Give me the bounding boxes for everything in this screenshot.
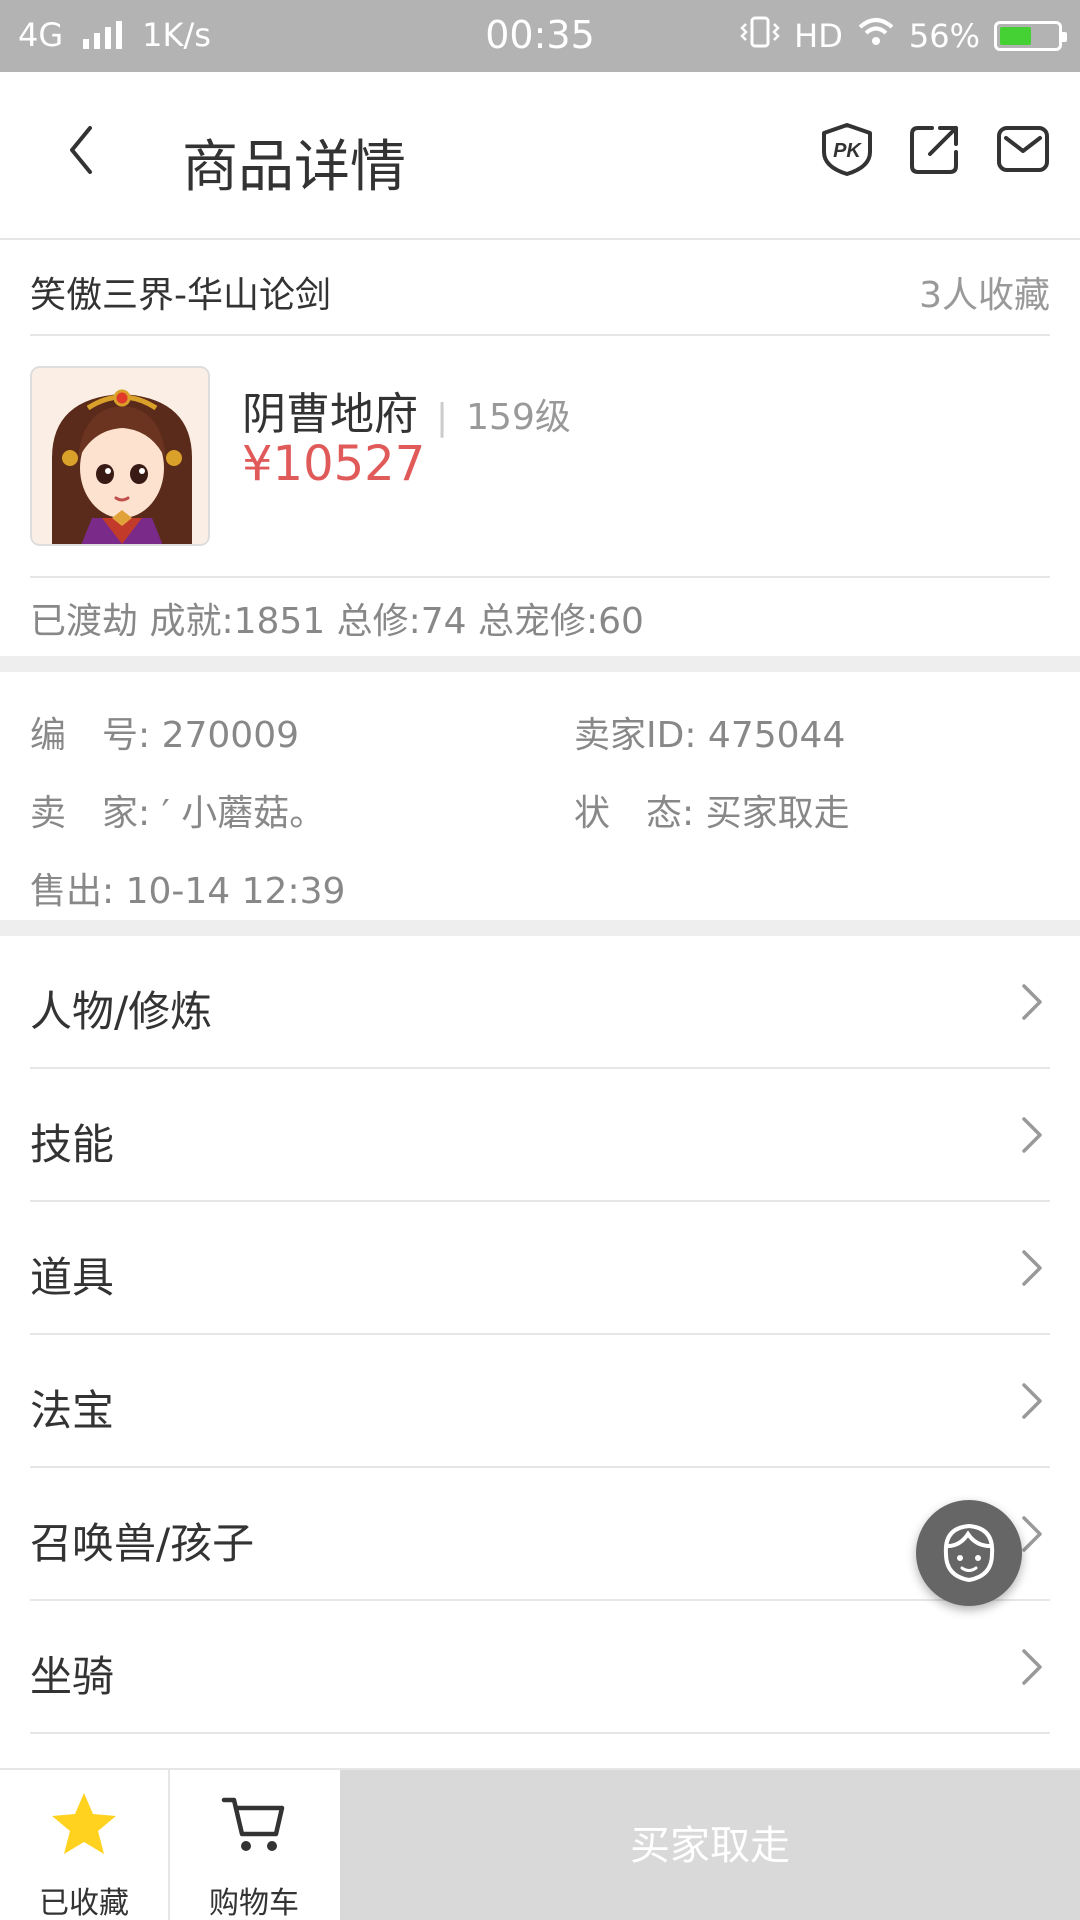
section-label: 技能	[30, 1120, 115, 1169]
section-label: 人物/修炼	[30, 987, 213, 1036]
seller-id-value: 475044	[707, 715, 846, 756]
pk-icon: PK	[822, 123, 872, 176]
seller-value: ′ 小蘑菇。	[161, 793, 326, 834]
customer-service-button[interactable]	[916, 1500, 1022, 1606]
cart-button[interactable]: 购物车	[170, 1770, 338, 1920]
listing-info: 编 号: 270009 卖家ID: 475044 卖 家: ′ 小蘑菇。 状 态…	[30, 672, 1050, 920]
chevron-right-icon	[1022, 1383, 1042, 1419]
battery-icon	[994, 21, 1067, 51]
server-row: 笑傲三界-华山论剑 3人收藏	[30, 242, 1050, 336]
seller-id-label: 卖家ID:	[574, 715, 697, 756]
status-field: 状 态: 买家取走	[574, 784, 850, 836]
number-field: 编 号: 270009	[30, 706, 299, 758]
status-action-button[interactable]: 买家取走	[340, 1770, 1080, 1920]
favorite-label: 已收藏	[39, 1886, 129, 1920]
share-icon	[910, 126, 958, 174]
chevron-right-icon	[1022, 1649, 1042, 1685]
character-name: 阴曹地府	[242, 389, 418, 440]
pk-button[interactable]: PK	[820, 122, 874, 176]
customer-service-icon	[943, 1523, 995, 1583]
chevron-right-icon	[1022, 1516, 1042, 1552]
cart-icon	[221, 1797, 285, 1851]
chevron-right-icon	[1022, 1250, 1042, 1286]
seller-label: 卖 家:	[30, 793, 151, 834]
character-stats: 已渡劫 成就:1851 总修:74 总宠修:60	[30, 601, 644, 642]
character-avatar[interactable]	[30, 366, 210, 546]
status-label: 状 态:	[574, 793, 695, 834]
section-item-mounts[interactable]: 坐骑	[30, 1601, 1050, 1734]
seller-id-field: 卖家ID: 475044	[574, 706, 845, 758]
mail-icon	[997, 126, 1049, 172]
number-label: 编 号:	[30, 715, 151, 756]
svg-text:PK: PK	[833, 140, 862, 162]
status-value: 买家取走	[705, 793, 850, 834]
page-title: 商品详情	[182, 135, 406, 200]
section-divider	[0, 656, 1080, 672]
favorite-button[interactable]: 已收藏	[0, 1770, 168, 1920]
nav-actions: PK	[820, 122, 1050, 176]
section-item-character[interactable]: 人物/修炼	[30, 936, 1050, 1069]
status-bar: 4G 1K/s 00:35 HD 56%	[0, 0, 1080, 72]
status-right: HD 56%	[740, 16, 1067, 56]
character-name-line: 阴曹地府 | 159级	[242, 378, 571, 442]
share-button[interactable]	[908, 122, 962, 176]
sold-field: 售出: 10-14 12:39	[30, 862, 345, 914]
star-icon	[52, 1793, 116, 1854]
back-icon	[70, 126, 92, 174]
back-button[interactable]	[56, 120, 116, 180]
detail-sections: 人物/修炼 技能 道具 法宝 召唤兽/孩子 坐骑	[30, 936, 1050, 1734]
sold-label: 售出:	[30, 871, 115, 912]
hd-label: HD	[794, 17, 843, 55]
price: ¥10527	[242, 436, 426, 492]
chevron-right-icon	[1022, 1117, 1042, 1153]
number-value: 270009	[161, 715, 300, 756]
chevron-right-icon	[1022, 984, 1042, 1020]
section-divider	[0, 920, 1080, 936]
bottom-bar: 已收藏 购物车 买家取走	[0, 1768, 1080, 1920]
section-label: 坐骑	[30, 1652, 115, 1701]
wifi-icon	[857, 17, 895, 55]
section-item-treasures[interactable]: 法宝	[30, 1335, 1050, 1468]
section-item-items[interactable]: 道具	[30, 1202, 1050, 1335]
nav-bar: 商品详情 PK	[0, 72, 1080, 240]
section-label: 召唤兽/孩子	[30, 1519, 255, 1568]
favorite-count: 3人收藏	[919, 275, 1050, 316]
section-label: 法宝	[30, 1386, 115, 1435]
mail-button[interactable]	[996, 122, 1050, 176]
server-name: 笑傲三界-华山论剑	[30, 275, 331, 316]
separator: |	[436, 397, 449, 438]
character-summary: 阴曹地府 | 159级 ¥10527	[30, 336, 1050, 578]
section-item-pets[interactable]: 召唤兽/孩子	[30, 1468, 1050, 1601]
battery-percent: 56%	[908, 17, 980, 55]
section-item-skills[interactable]: 技能	[30, 1069, 1050, 1202]
sold-value: 10-14 12:39	[125, 871, 346, 912]
character-level: 159级	[466, 397, 571, 438]
vibrate-icon	[740, 16, 780, 56]
section-label: 道具	[30, 1253, 115, 1302]
cart-label: 购物车	[209, 1886, 299, 1920]
seller-field: 卖 家: ′ 小蘑菇。	[30, 784, 325, 836]
